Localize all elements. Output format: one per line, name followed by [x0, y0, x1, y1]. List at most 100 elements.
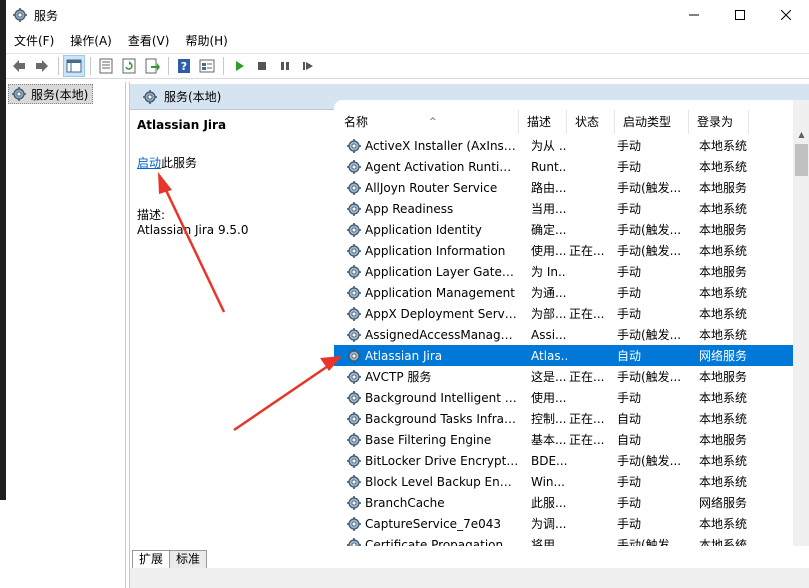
service-description-cell: 为通...	[531, 286, 567, 300]
table-row[interactable]: Background Tasks Infras... 控制... 正在... 自动 本地…	[334, 408, 794, 429]
service-startup-type-cell: 手动(触发...	[617, 223, 682, 237]
service-description-cell: Runt...	[531, 159, 567, 174]
tab-standard[interactable]: 标准	[169, 550, 208, 568]
table-row[interactable]: AppX Deployment Servic... 为部... 正在... 手动 本地系…	[334, 303, 794, 324]
description-text: Atlassian Jira 9.5.0	[137, 223, 249, 237]
service-gear-icon	[347, 201, 361, 216]
table-row[interactable]: Application Information 使用... 正在... 手动(触发..…	[334, 240, 794, 261]
service-gear-icon	[347, 327, 361, 342]
table-row[interactable]: Application Layer Gatewa... 为 In... 手动 本地服务	[334, 261, 794, 282]
service-name-cell: Background Tasks Infras...	[334, 411, 519, 427]
column-header-name[interactable]: ^ 名称	[334, 110, 519, 134]
service-gear-icon	[347, 453, 361, 468]
view-tabs: 扩展 标准	[130, 546, 809, 568]
service-name-cell: CaptureService_7e043	[334, 516, 519, 532]
service-startup-type-cell: 手动(触发...	[617, 328, 682, 342]
properties-icon	[99, 58, 113, 74]
table-row[interactable]: BranchCache 此服... 手动 网络服务	[334, 492, 794, 513]
scroll-up-icon[interactable]: ▲	[793, 127, 809, 141]
service-gear-icon	[347, 180, 361, 195]
table-row[interactable]: Application Identity 确定... 手动(触发... 本地服务	[334, 219, 794, 240]
start-service-link[interactable]: 启动	[137, 156, 161, 170]
vertical-scrollbar[interactable]: ▲	[793, 100, 809, 546]
service-gear-icon	[347, 474, 361, 489]
refresh-button[interactable]	[118, 55, 140, 77]
scrollbar-thumb[interactable]	[795, 144, 808, 176]
table-row[interactable]: BitLocker Drive Encryptio... BDE... 手动(触发.…	[334, 450, 794, 471]
service-description-cell: 基本...	[531, 433, 567, 447]
service-description-cell: 为调...	[531, 517, 567, 531]
service-name: App Readiness	[365, 201, 454, 216]
service-description-cell: Atlas...	[531, 348, 567, 363]
table-row[interactable]: App Readiness 当用... 手动 本地系统	[334, 198, 794, 219]
table-row[interactable]: ActiveX Installer (AxInstSV) 为从 ... 手动 本地系统	[334, 135, 794, 156]
table-row[interactable]: Block Level Backup Engi... Win... 手动 本地系统	[334, 471, 794, 492]
service-name: Agent Activation Runtime...	[365, 159, 519, 174]
column-header-description[interactable]: 描述	[519, 110, 567, 134]
service-logon-cell: 本地系统	[699, 328, 748, 342]
column-header-logon-as[interactable]: 登录为	[689, 110, 749, 134]
service-name: AssignedAccessManager...	[365, 327, 519, 342]
horizontal-scrollbar[interactable]	[130, 568, 809, 588]
service-description-cell: 当用...	[531, 202, 567, 216]
tree-item-label: 服务(本地)	[31, 87, 89, 102]
pause-icon	[281, 62, 289, 70]
service-logon-cell: 本地系统	[699, 475, 748, 489]
close-button[interactable]	[763, 0, 809, 30]
menu-action[interactable]: 操作(A)	[62, 30, 120, 52]
service-name-cell: ActiveX Installer (AxInstSV)	[334, 138, 519, 154]
tab-extended[interactable]: 扩展	[132, 550, 171, 568]
service-name: Background Intelligent T...	[365, 390, 519, 405]
table-row[interactable]: AVCTP 服务 这是... 正在... 手动(触发... 本地服务	[334, 366, 794, 387]
service-name-cell: Certificate Propagation	[334, 537, 519, 547]
column-header-status[interactable]: 状态	[567, 110, 615, 134]
window-title: 服务	[34, 8, 59, 23]
table-row[interactable]: Background Intelligent T... 使用... 手动 本地系统	[334, 387, 794, 408]
maximize-button[interactable]	[717, 0, 763, 30]
menu-file[interactable]: 文件(F)	[6, 30, 62, 52]
help-button[interactable]: ?	[173, 55, 195, 77]
service-name-cell: App Readiness	[334, 201, 519, 217]
forward-button[interactable]	[31, 55, 53, 77]
service-name-cell: Agent Activation Runtime...	[334, 159, 519, 175]
service-name: AppX Deployment Servic...	[365, 306, 519, 321]
table-row[interactable]: Agent Activation Runtime... Runt... 手动 本地系统	[334, 156, 794, 177]
properties-button[interactable]	[95, 55, 117, 77]
pause-service-button[interactable]	[274, 55, 296, 77]
table-row[interactable]: Certificate Propagation 将用... 手动(触发... 本地系统	[334, 534, 794, 546]
table-row[interactable]: AllJoyn Router Service 路由... 手动(触发... 本地服务	[334, 177, 794, 198]
export-list-button[interactable]	[141, 55, 163, 77]
table-row[interactable]: Application Management 为通... 手动 本地系统	[334, 282, 794, 303]
menu-help[interactable]: 帮助(H)	[177, 30, 235, 52]
service-name: ActiveX Installer (AxInstSV)	[365, 138, 519, 153]
minimize-button[interactable]	[671, 0, 717, 30]
services-pane: 服务(本地) Atlassian Jira 启动此服务 描述: Atlassia…	[129, 82, 809, 588]
service-startup-type-cell: 手动(触发...	[617, 370, 682, 384]
start-service-button[interactable]	[228, 55, 250, 77]
table-row[interactable]: CaptureService_7e043 为调... 手动 本地系统	[334, 513, 794, 534]
service-name: Base Filtering Engine	[365, 432, 492, 447]
service-logon-cell: 本地服务	[699, 370, 748, 384]
column-header-startup-type[interactable]: 启动类型	[615, 110, 689, 134]
stop-service-button[interactable]	[251, 55, 273, 77]
service-name: Certificate Propagation	[365, 537, 504, 547]
table-row[interactable]: Base Filtering Engine 基本... 正在... 自动 本地服务	[334, 429, 794, 450]
service-description-cell: 使用...	[531, 244, 567, 258]
close-icon	[781, 10, 791, 20]
show-console-tree-button[interactable]	[63, 55, 85, 77]
table-row[interactable]: AssignedAccessManager... Assi... 手动(触发... 本…	[334, 324, 794, 345]
services-list: ^ 名称 描述 状态 启动类型 登录为 ActiveX Installer (A…	[334, 100, 809, 546]
title-bar[interactable]: 服务	[6, 0, 809, 30]
service-startup-type-cell: 手动	[617, 286, 642, 300]
menu-view[interactable]: 查看(V)	[120, 30, 178, 52]
back-button[interactable]	[8, 55, 30, 77]
tree-item-services-local[interactable]: 服务(本地)	[8, 84, 94, 104]
restart-service-button[interactable]	[297, 55, 319, 77]
services-rows: ActiveX Installer (AxInstSV) 为从 ... 手动 本地系统…	[334, 135, 794, 546]
view-toggle-button[interactable]	[196, 55, 218, 77]
table-row[interactable]: Atlassian Jira Atlas... 自动 网络服务	[334, 345, 794, 366]
service-description-cell: 使用...	[531, 391, 567, 405]
service-startup-type-cell: 手动	[617, 475, 642, 489]
service-gear-icon	[347, 348, 361, 363]
services-gear-icon	[143, 89, 157, 104]
